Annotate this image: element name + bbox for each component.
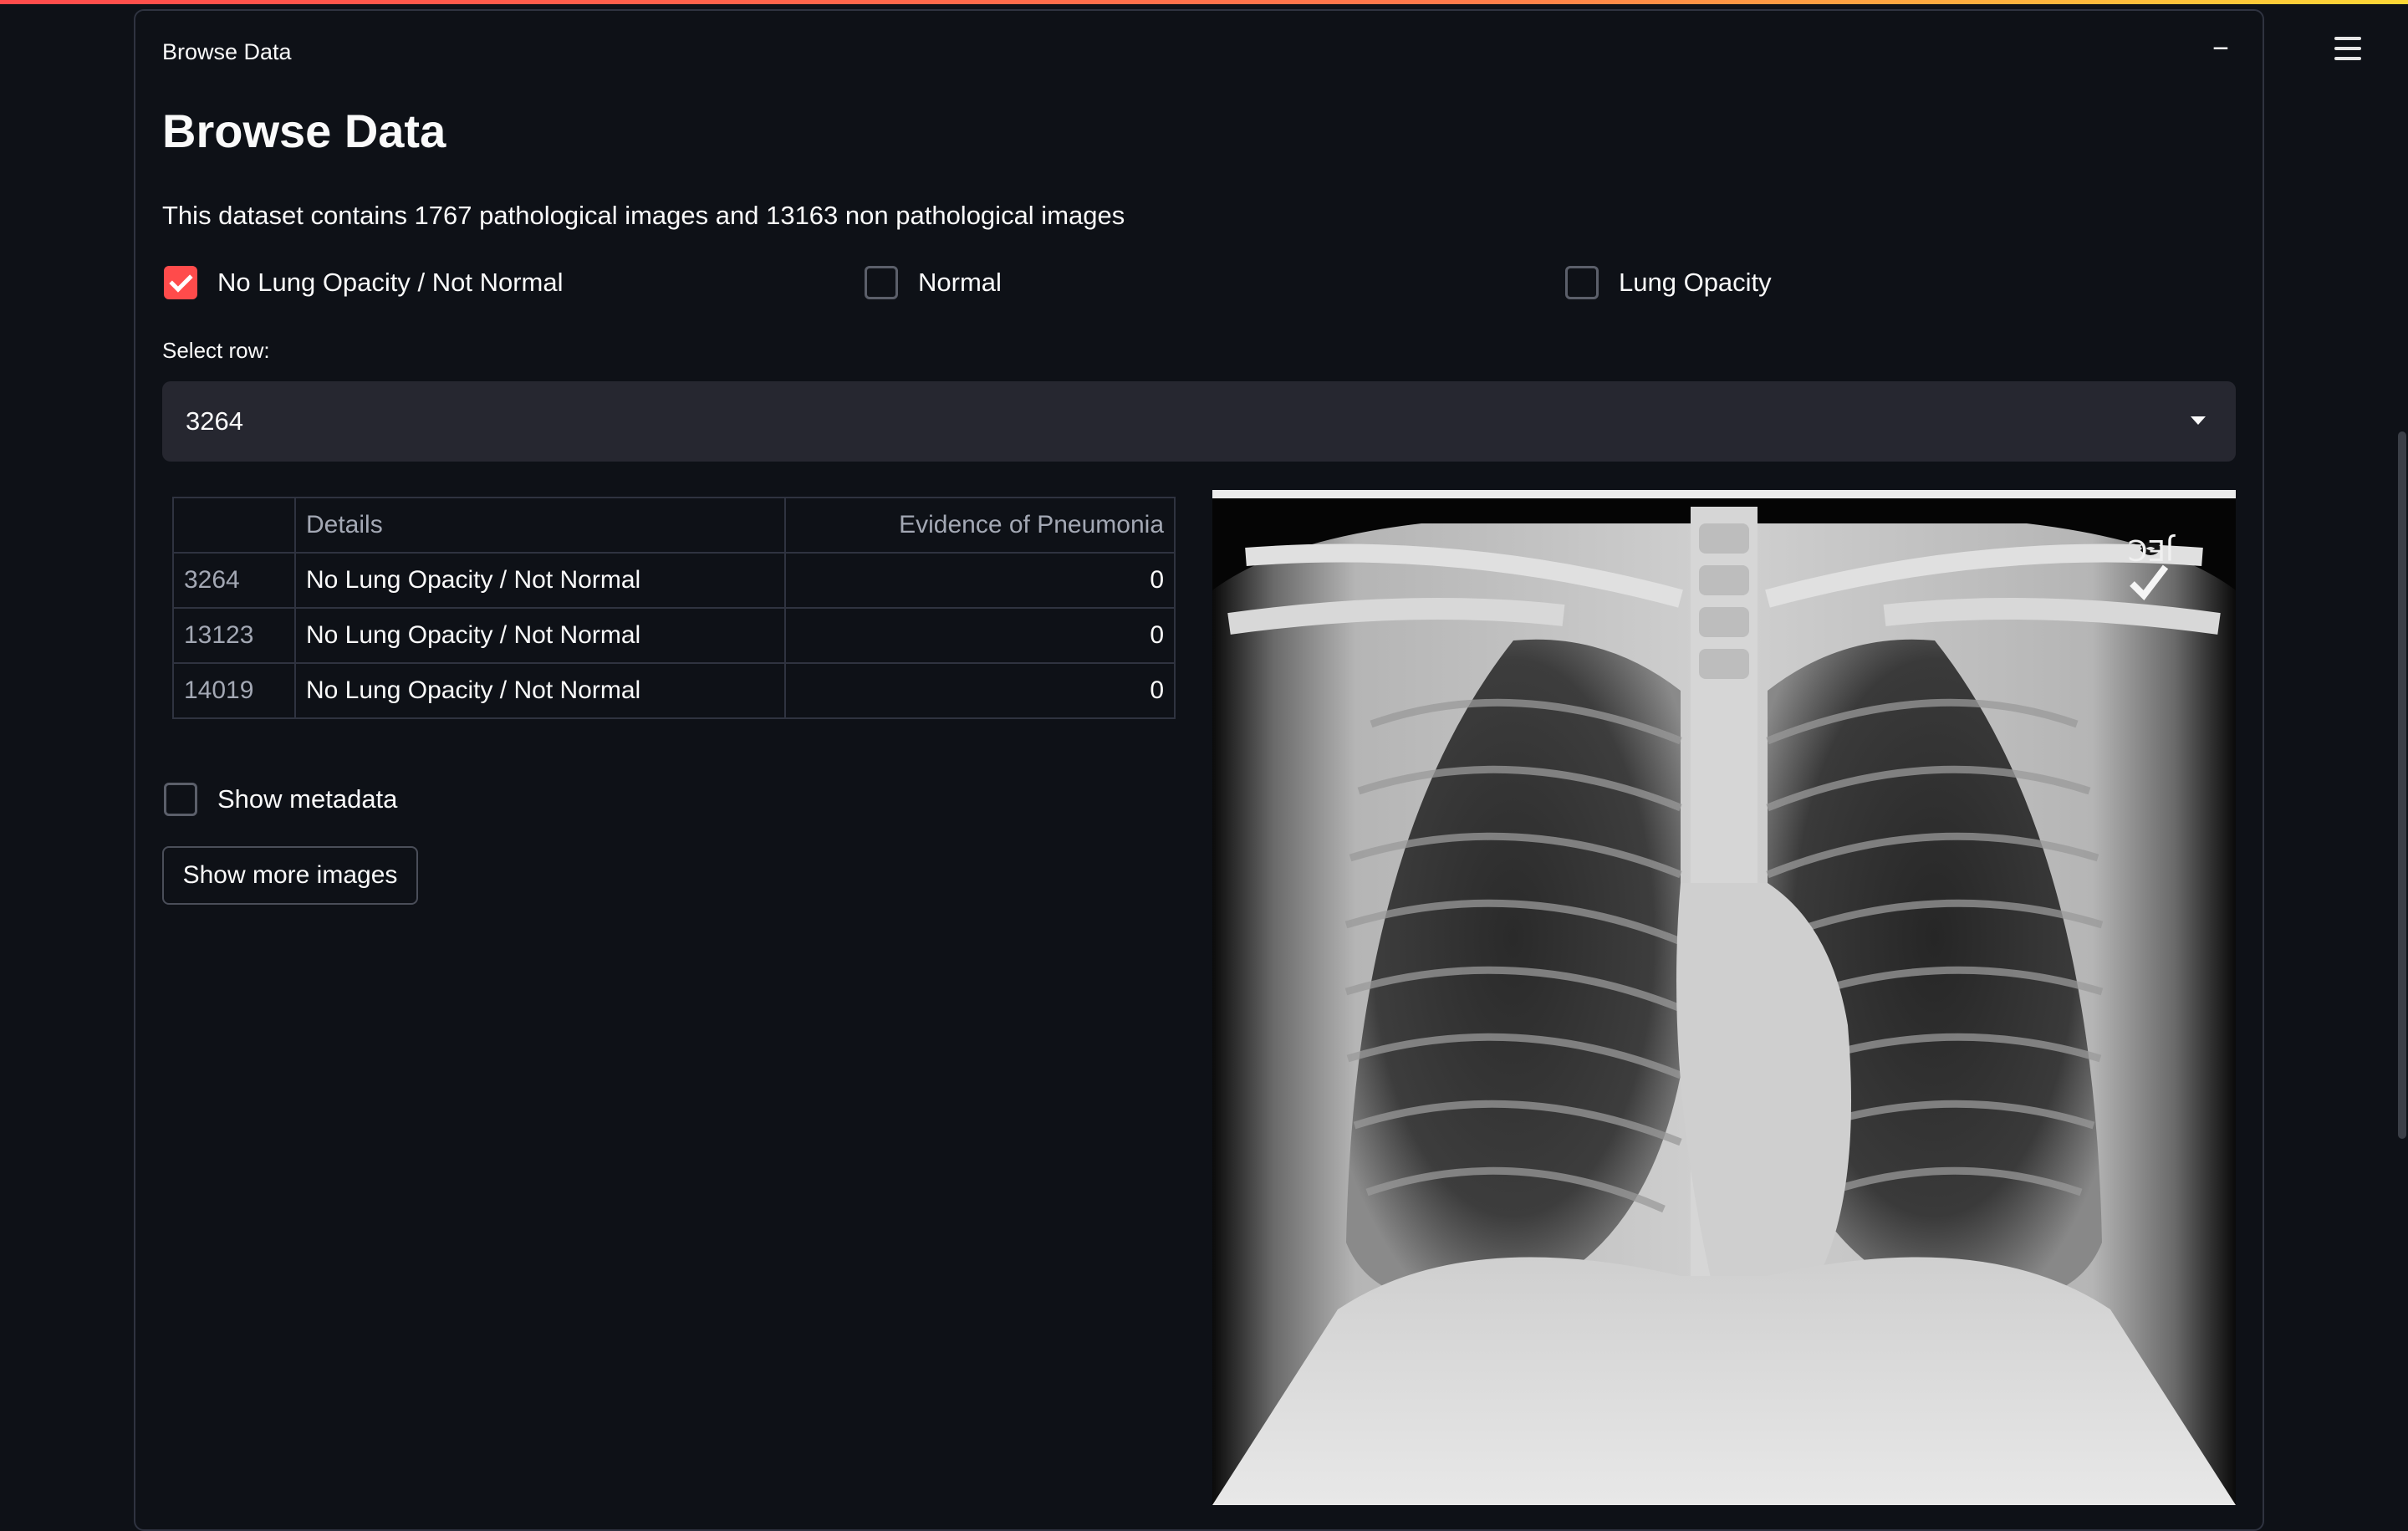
checkbox-unchecked-icon[interactable] — [164, 783, 197, 816]
row-evidence: 0 — [784, 662, 1176, 719]
page-title: Browse Data — [162, 105, 446, 157]
checkbox-label: No Lung Opacity / Not Normal — [217, 268, 564, 297]
details-table: Details Evidence of Pneumonia 3264 No Lu… — [172, 497, 1176, 719]
chest-xray-illustration: JEC — [1212, 490, 2236, 1505]
table-header-index[interactable] — [172, 497, 296, 554]
filter-checkbox-normal[interactable]: Normal — [865, 266, 1002, 299]
row-index: 3264 — [172, 552, 296, 609]
show-metadata-checkbox[interactable]: Show metadata — [164, 783, 397, 816]
checkbox-label: Show metadata — [217, 784, 398, 814]
table-row: 13123 No Lung Opacity / Not Normal 0 — [172, 607, 1176, 664]
select-row-value: 3264 — [186, 406, 243, 436]
select-row-dropdown[interactable]: 3264 — [162, 381, 2236, 462]
filter-checkbox-lung-opacity[interactable]: Lung Opacity — [1565, 266, 1772, 299]
row-evidence: 0 — [784, 552, 1176, 609]
row-details: No Lung Opacity / Not Normal — [294, 607, 786, 664]
checkbox-label: Normal — [918, 268, 1002, 297]
checkbox-unchecked-icon[interactable] — [865, 266, 898, 299]
row-details: No Lung Opacity / Not Normal — [294, 552, 786, 609]
checkbox-checked-icon[interactable] — [164, 266, 197, 299]
filter-checkbox-no-lung-opacity[interactable]: No Lung Opacity / Not Normal — [164, 266, 564, 299]
scrollbar-thumb[interactable] — [2398, 431, 2406, 1139]
show-more-images-button[interactable]: Show more images — [162, 846, 418, 905]
expander-header-label[interactable]: Browse Data — [162, 39, 292, 65]
checkbox-label: Lung Opacity — [1619, 268, 1772, 297]
row-details: No Lung Opacity / Not Normal — [294, 662, 786, 719]
row-evidence: 0 — [784, 607, 1176, 664]
collapse-icon[interactable]: − — [2212, 33, 2229, 65]
select-row-label: Select row: — [162, 338, 270, 363]
row-index: 14019 — [172, 662, 296, 719]
dataset-description: This dataset contains 1767 pathological … — [162, 201, 1125, 230]
table-header-row: Details Evidence of Pneumonia — [172, 497, 1176, 554]
caret-down-icon[interactable] — [2191, 416, 2206, 425]
table-row: 3264 No Lung Opacity / Not Normal 0 — [172, 552, 1176, 609]
table-row: 14019 No Lung Opacity / Not Normal 0 — [172, 662, 1176, 719]
xray-marker-text: JEC — [2128, 533, 2176, 566]
hamburger-menu-icon[interactable] — [2329, 33, 2366, 64]
table-header-details[interactable]: Details — [294, 497, 786, 554]
row-index: 13123 — [172, 607, 296, 664]
table-header-evidence[interactable]: Evidence of Pneumonia — [784, 497, 1176, 554]
chest-xray-image: JEC — [1212, 490, 2236, 1505]
app-header-decoration — [0, 0, 2408, 4]
checkbox-unchecked-icon[interactable] — [1565, 266, 1599, 299]
